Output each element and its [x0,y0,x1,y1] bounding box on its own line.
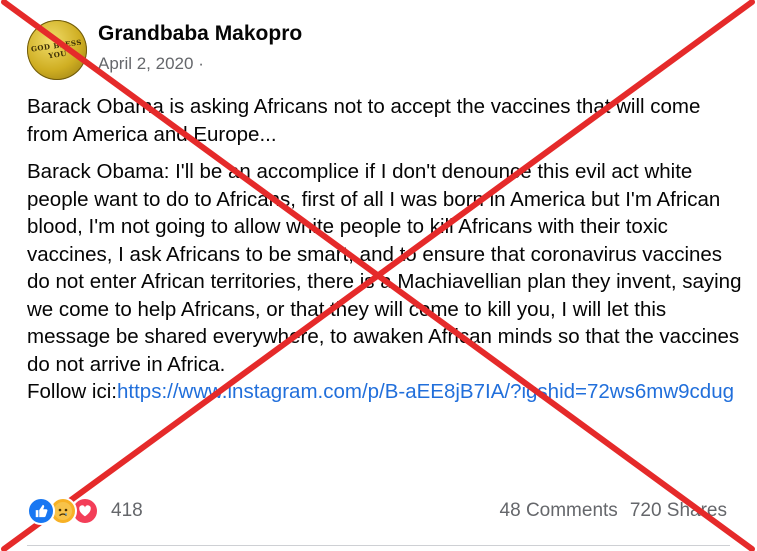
facebook-post: GOD BLESS YOU Grandbaba Makopro April 2,… [0,0,757,551]
post-date[interactable]: April 2, 2020 [98,54,193,73]
shares-count-link[interactable]: 720 Shares [630,500,727,522]
post-follow-line: Follow ici:https://www.instagram.com/p/B… [27,378,747,406]
avatar[interactable]: GOD BLESS YOU [27,20,87,80]
follow-prefix: Follow ici: [27,380,117,403]
post-author[interactable]: Grandbaba Makopro [98,22,302,46]
divider [27,545,730,546]
post-meta: April 2, 2020 · [98,54,204,74]
post-paragraph-2: Barack Obama: I'll be an accomplice if I… [27,160,742,376]
instagram-link[interactable]: https://www.instagram.com/p/B-aEE8jB7IA/… [117,380,734,403]
meta-separator: · [198,54,204,73]
reactions-bar[interactable]: 418 [27,494,143,528]
reaction-count: 418 [111,500,143,521]
comments-count-link[interactable]: 48 Comments [500,500,618,522]
avatar-logo-text: GOD BLESS YOU [30,37,83,61]
like-icon [27,497,55,525]
post-paragraph-1: Barack Obama is asking Africans not to a… [27,95,701,146]
post-stats: 48 Comments 720 Shares [500,500,727,522]
post-body: Barack Obama is asking Africans not to a… [27,93,747,406]
